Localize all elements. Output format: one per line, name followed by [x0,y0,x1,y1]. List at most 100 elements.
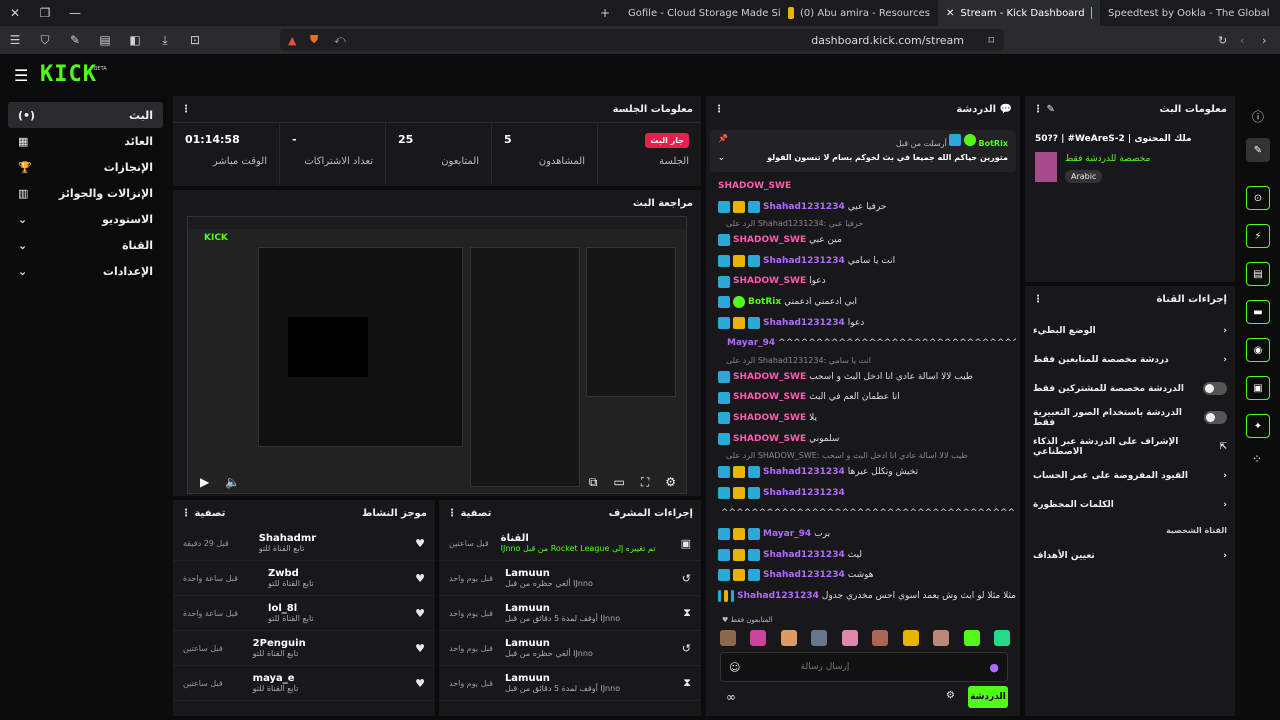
close-tab-icon[interactable]: ✕ [946,8,954,19]
tabs-icon[interactable]: ▤ [90,33,120,47]
emote-icon[interactable] [811,630,828,646]
menu-icon[interactable]: ☰ [0,33,30,47]
bookmark-icon[interactable]: ⌑ [988,34,994,47]
minimize-icon[interactable]: — [60,6,90,20]
banned-words-item[interactable]: الكلمات المحظورة › [1025,490,1235,519]
new-tab-icon[interactable]: + [590,6,620,20]
chat-username[interactable]: SHADOW_SWE [733,408,806,429]
chat-username[interactable]: Mayar_94 [763,524,811,545]
send-chat-button[interactable]: الدردشة [968,686,1008,708]
more-icon[interactable]: ⋮ [181,508,191,519]
chat-message[interactable]: SHADOW_SWE طيب لالا اسالة عادي انا ادخل ا… [706,367,1016,388]
edit-layout-button[interactable]: ✎ [1246,138,1270,162]
emote-icon[interactable] [750,630,767,646]
chat-message[interactable]: Mayar_94 ^^^^^^^^^^^^^^^^^^^^^^^^^^^^^^^^… [706,333,1016,354]
pinned-message[interactable]: 📌 أرسلت من قبل BotRix ⌄ متورين حياكم الله … [710,130,1016,172]
more-icon[interactable]: ⋮ [714,104,724,115]
pin-icon[interactable]: 📌 [718,134,728,148]
emote-icon[interactable] [993,630,1010,646]
stream-video[interactable]: KICK ▶ 🔈 ⧉ ▭ ⛶ ⚙ [187,216,687,494]
quick-action-button[interactable]: ✦ [1246,414,1270,438]
share-icon[interactable]: ⤺ [334,33,346,47]
nav-item-settings[interactable]: ⌄ الإعدادات [8,258,163,284]
quick-action-button[interactable]: ▣ [1246,376,1270,400]
back-icon[interactable]: ‹ [1240,34,1244,47]
chat-username[interactable]: Shahad1231234 [763,462,845,483]
set-goals-item[interactable]: تعيين الأهداف › [1025,541,1235,570]
infinity-icon[interactable]: ∞ [726,690,736,704]
chat-message[interactable]: Shahad1231234 مثلا مثلا لو ابث وش يعمد اس… [706,586,1016,606]
chat-message[interactable]: Shahad1231234 ليث [706,545,1016,566]
list-item[interactable]: قبل يوم واحد Lamuun أوقف لمدة 5 دقائق من ق… [439,596,701,631]
more-icon[interactable]: ⋮ [447,508,457,519]
slow-mode-item[interactable]: الوضع البطيء › [1025,316,1235,345]
chat-message[interactable]: SHADOW_SWE يلا [706,408,1016,429]
close-icon[interactable]: ✕ [0,6,30,20]
nav-item-studio[interactable]: ⌄ الاستوديو [8,206,163,232]
screenshot-icon[interactable]: ⊡ [180,33,210,47]
mic-icon[interactable]: ● [989,661,999,674]
chat-username[interactable]: SHADOW_SWE [733,230,806,251]
theater-icon[interactable]: ▭ [613,475,624,489]
chat-message[interactable]: Shahad1231234 حرفيا عبي [706,197,1016,218]
nav-item-drops[interactable]: ▥ الإنزالات والجوائز [8,180,163,206]
chat-username[interactable]: Shahad1231234 [763,251,845,272]
sidebar-icon[interactable]: ◧ [120,33,150,47]
chat-username[interactable]: Shahad1231234 [763,565,845,586]
hamburger-icon[interactable]: ☰ [14,66,28,85]
tab-abu-amira[interactable]: (0) Abu amira - Resources [780,0,938,26]
settings-icon[interactable]: ⚙ [665,475,676,489]
list-item[interactable]: قبل ساعة واحدة lol_8l تابع القناة للتو ♥ [173,596,435,631]
quick-action-button[interactable]: ⚡ [1246,224,1270,248]
quick-action-button[interactable]: ⊙ [1246,186,1270,210]
restore-icon[interactable]: ❐ [30,6,60,20]
nav-item-achievements[interactable]: 🏆 الإنجازات [8,154,163,180]
chat-username[interactable]: Shahad1231234 [763,313,845,334]
nav-item-channel[interactable]: ⌄ القناة [8,232,163,258]
list-item[interactable]: قبل ساعتين القناة IJnno من قبل Rocket Leag… [439,526,701,561]
chat-input[interactable]: ☺ إرسال رسالة ● [720,652,1008,682]
quick-action-button[interactable]: ▤ [1246,262,1270,286]
edit-icon[interactable]: ✎ [1046,104,1054,115]
list-item[interactable]: قبل يوم واحد Lamuun ألغي حظره من قبل IJnno… [439,631,701,666]
tab-gofile[interactable]: Gofile - Cloud Storage Made Simple [620,0,780,26]
emote-icon[interactable] [780,630,797,646]
filter-button[interactable]: تصفية [194,508,225,519]
chat-username[interactable]: BotRix [748,292,781,313]
account-age-item[interactable]: القيود المفروضة على عمر الحساب › [1025,461,1235,490]
list-item[interactable]: قبل يوم واحد Lamuun ألغي حظره من قبل IJnno… [439,561,701,596]
chat-message[interactable]: Shahad1231234 دعوا [706,313,1016,334]
info-icon[interactable]: ⓘ [1252,108,1264,125]
emote-only-toggle[interactable] [1203,411,1227,424]
volume-icon[interactable]: 🔈 [225,475,240,489]
list-item[interactable]: قبل يوم واحد Lamuun أوقف لمدة 5 دقائق من ق… [439,666,701,701]
forward-icon[interactable]: › [1262,34,1266,47]
play-icon[interactable]: ▶ [200,475,209,489]
more-icon[interactable]: ⋮ [181,104,191,115]
pip-icon[interactable]: ⧉ [589,475,598,490]
list-item[interactable]: قبل ساعتين 2Penguin تابع القناة للتو ♥ [173,631,435,666]
chat-message[interactable]: SHADOW_SWE مين عبي [706,230,1016,251]
chat-message[interactable]: Shahad1231234 انت يا سامي [706,251,1016,272]
chat-message[interactable]: Shahad1231234 تخيش وتكلل عيرها [706,462,1016,483]
ai-moderation-item[interactable]: الإشراف على الدردشة عبر الذكاء الاصطناعي… [1025,432,1235,461]
emote-icon[interactable] [872,630,889,646]
chat-username[interactable]: SHADOW_SWE [733,387,806,408]
address-bar[interactable]: ▲ ⛊ ⤺ dashboard.kick.com/stream ⌑ [280,29,1004,51]
chat-message[interactable]: BotRix ابي ادعمني ادعمني [706,292,1016,313]
emote-icon[interactable] [720,630,736,646]
emote-icon[interactable] [902,630,919,646]
followers-only-item[interactable]: دردشة مخصصة للمتابعين فقط › [1025,345,1235,374]
fullscreen-icon[interactable]: ⛶ [641,475,649,490]
list-item[interactable]: قبل ساعة واحدة Zwbd تابع القناة للتو ♥ [173,561,435,596]
tab-kick-dashboard[interactable]: ✕ Stream - Kick Dashboard [938,0,1100,26]
chat-username[interactable]: Shahad1231234 [763,545,845,566]
category-name[interactable]: مخصصة للدردشة فقط [1065,154,1150,164]
filter-button[interactable]: تصفية [460,508,491,519]
list-item[interactable]: قبل 29 دقيقة Shahadmr تابع القناة للتو ♥ [173,526,435,561]
subscribers-only-toggle[interactable] [1203,382,1227,395]
quick-action-button[interactable]: ◉ [1246,338,1270,362]
chat-message[interactable]: Mayar_94 برب [706,524,1016,545]
chat-username[interactable]: Mayar_94 [727,333,775,354]
chat-username[interactable]: SHADOW_SWE [733,367,806,388]
